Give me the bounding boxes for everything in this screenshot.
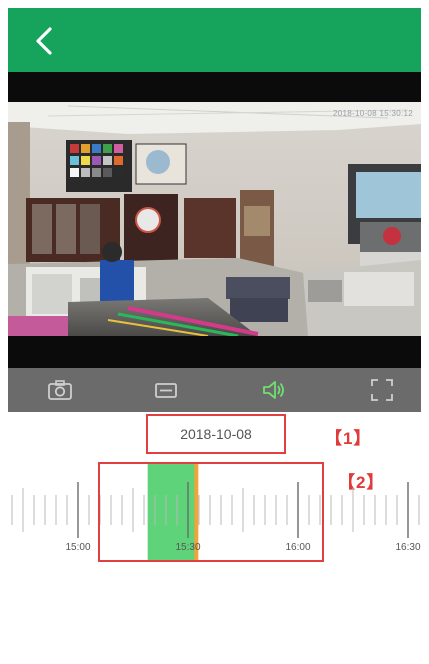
chevron-left-icon bbox=[36, 27, 52, 55]
snapshot-button[interactable] bbox=[46, 376, 74, 404]
record-button[interactable] bbox=[152, 376, 180, 404]
top-bar bbox=[8, 8, 421, 72]
record-icon bbox=[155, 383, 177, 398]
video-timestamp: 2018-10-08 15:30:12 bbox=[333, 109, 413, 118]
speaker-icon bbox=[263, 381, 284, 399]
timeline-highlight-box bbox=[98, 462, 324, 562]
app-screen: 2018-10-08 15:30:12 2018-10-08 【1】 【2】 1… bbox=[8, 8, 421, 656]
sound-button[interactable] bbox=[260, 376, 288, 404]
annotation-label-1: 【1】 bbox=[325, 429, 372, 448]
camera-icon bbox=[48, 380, 72, 400]
timeline-label: 15:00 bbox=[65, 542, 91, 553]
fullscreen-button[interactable] bbox=[368, 376, 396, 404]
video-frame bbox=[8, 102, 421, 336]
video-player[interactable]: 2018-10-08 15:30:12 bbox=[8, 72, 421, 368]
fullscreen-icon bbox=[371, 379, 393, 401]
back-button[interactable] bbox=[28, 24, 62, 58]
date-value: 2018-10-08 bbox=[180, 426, 252, 442]
timeline-label: 16:30 bbox=[395, 542, 421, 553]
date-selector[interactable]: 2018-10-08 bbox=[146, 414, 286, 454]
control-bar bbox=[8, 368, 421, 412]
